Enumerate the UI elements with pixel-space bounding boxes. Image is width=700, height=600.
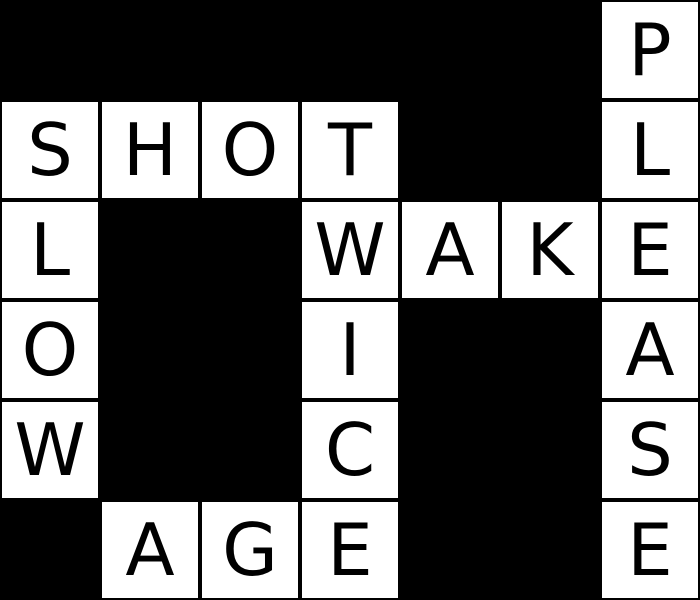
black-square [100, 400, 200, 500]
letter-cell[interactable]: P [600, 0, 700, 100]
black-square [400, 100, 500, 200]
letter-cell[interactable]: H [100, 100, 200, 200]
black-square [100, 200, 200, 300]
letter-cell[interactable]: I [300, 300, 400, 400]
cell-letter: G [222, 508, 278, 592]
cell-letter: S [627, 408, 673, 492]
letter-cell[interactable]: L [600, 100, 700, 200]
cell-letter: A [625, 308, 675, 392]
cell-letter: C [324, 408, 376, 492]
letter-cell[interactable]: E [600, 200, 700, 300]
black-square [500, 400, 600, 500]
letter-cell[interactable]: E [600, 500, 700, 600]
cell-letter: L [29, 208, 71, 292]
cell-letter: A [425, 208, 475, 292]
cell-letter: K [526, 208, 574, 292]
letter-cell[interactable]: S [600, 400, 700, 500]
black-square [200, 400, 300, 500]
letter-cell[interactable]: O [200, 100, 300, 200]
letter-cell[interactable]: O [0, 300, 100, 400]
black-square [200, 200, 300, 300]
black-square [400, 0, 500, 100]
letter-cell[interactable]: A [400, 200, 500, 300]
cell-letter: O [221, 108, 279, 192]
letter-cell[interactable]: E [300, 500, 400, 600]
cell-letter: E [627, 208, 673, 292]
black-square [300, 0, 400, 100]
letter-cell[interactable]: G [200, 500, 300, 600]
letter-cell[interactable]: K [500, 200, 600, 300]
cell-letter: E [627, 508, 673, 592]
letter-cell[interactable]: W [0, 400, 100, 500]
black-square [200, 300, 300, 400]
letter-cell[interactable]: A [100, 500, 200, 600]
cell-letter: W [14, 408, 86, 492]
cell-letter: A [125, 508, 175, 592]
letter-cell[interactable]: S [0, 100, 100, 200]
black-square [500, 500, 600, 600]
cell-letter: E [327, 508, 373, 592]
cell-letter: P [628, 8, 672, 92]
black-square [400, 300, 500, 400]
black-square [500, 300, 600, 400]
cell-letter: L [629, 108, 671, 192]
black-square [500, 100, 600, 200]
cell-letter: H [122, 108, 178, 192]
cell-letter: I [339, 308, 361, 392]
black-square [0, 0, 100, 100]
black-square [400, 400, 500, 500]
letter-cell[interactable]: W [300, 200, 400, 300]
cell-letter: S [27, 108, 73, 192]
black-square [400, 500, 500, 600]
letter-cell[interactable]: A [600, 300, 700, 400]
black-square [100, 300, 200, 400]
black-square [200, 0, 300, 100]
black-square [0, 500, 100, 600]
cell-letter: W [314, 208, 386, 292]
crossword-grid: PSHOTLLWAKEOIAWCSAGEE [0, 0, 700, 600]
black-square [500, 0, 600, 100]
cell-letter: O [21, 308, 79, 392]
letter-cell[interactable]: C [300, 400, 400, 500]
letter-cell[interactable]: L [0, 200, 100, 300]
cell-letter: T [328, 108, 372, 192]
black-square [100, 0, 200, 100]
letter-cell[interactable]: T [300, 100, 400, 200]
